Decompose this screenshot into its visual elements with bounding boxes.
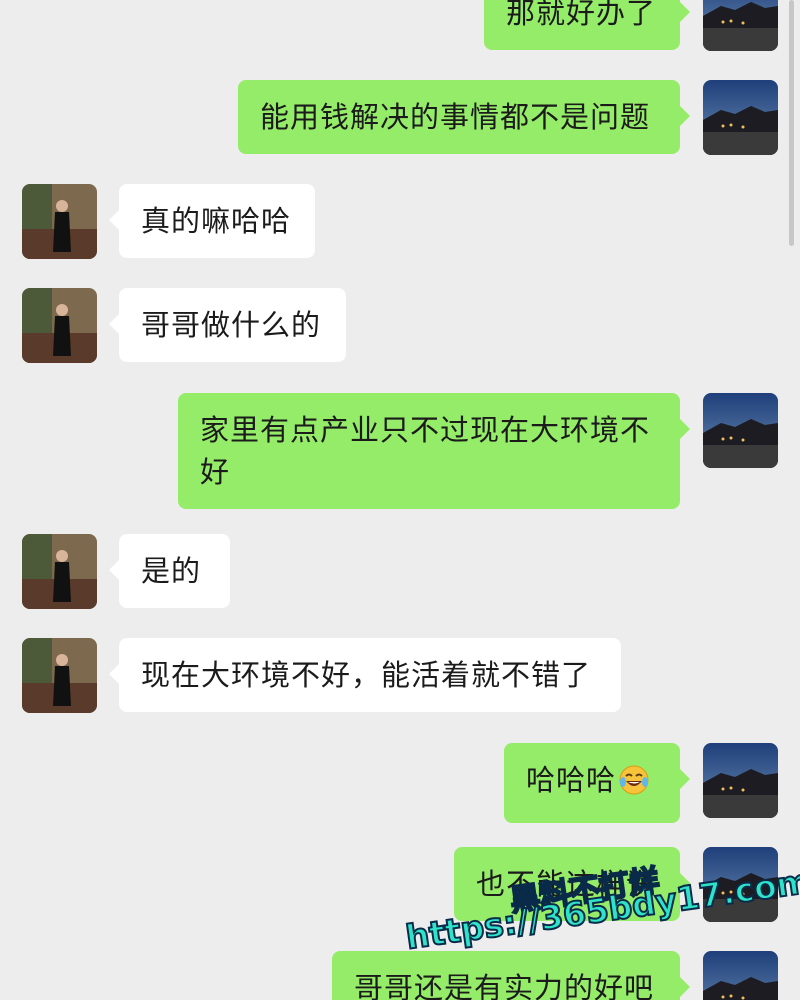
message-bubble-self[interactable]: 哥哥还是有实力的好吧 — [332, 951, 690, 1000]
message-bubble-self[interactable]: 家里有点产业只不过现在大环境不好 — [178, 393, 690, 509]
portrait-avatar-image — [22, 288, 97, 363]
message-row: 现在大环境不好，能活着就不错了 — [0, 638, 800, 713]
landscape-avatar-image — [703, 80, 778, 155]
self-avatar[interactable] — [703, 951, 778, 1000]
message-text: 哥哥做什么的 — [141, 308, 322, 342]
message-text: 家里有点产业只不过现在大环境不好 — [200, 413, 651, 489]
scrollbar[interactable] — [789, 0, 794, 246]
portrait-avatar-image — [22, 638, 97, 713]
contact-avatar[interactable] — [22, 534, 97, 609]
message-row: 家里有点产业只不过现在大环境不好 — [0, 393, 800, 509]
landscape-avatar-image — [703, 393, 778, 468]
self-avatar[interactable] — [703, 743, 778, 818]
message-text: 也不能这样说 — [476, 867, 657, 901]
message-text: 现在大环境不好，能活着就不错了 — [141, 658, 592, 692]
landscape-avatar-image — [703, 951, 778, 1000]
landscape-avatar-image — [703, 743, 778, 818]
message-bubble-self[interactable]: 哈哈哈 — [504, 743, 690, 823]
message-row: 哥哥还是有实力的好吧 — [0, 951, 800, 1000]
message-row: 是的 — [0, 534, 800, 609]
landscape-avatar-image — [703, 0, 778, 51]
message-bubble-self[interactable]: 能用钱解决的事情都不是问题 — [238, 80, 690, 154]
contact-avatar[interactable] — [22, 288, 97, 363]
chat-area[interactable]: 那就好办了 能用钱解决的事情都不是问题 真的嘛哈哈 哥哥做什么的 家里有点产业只… — [0, 0, 800, 1000]
message-text: 那就好办了 — [506, 0, 657, 30]
message-text: 真的嘛哈哈 — [141, 204, 292, 238]
message-bubble-other[interactable]: 是的 — [109, 534, 230, 608]
self-avatar[interactable] — [703, 393, 778, 468]
self-avatar[interactable] — [703, 847, 778, 922]
self-avatar[interactable] — [703, 0, 778, 51]
message-text: 哈哈哈 — [526, 763, 617, 797]
landscape-avatar-image — [703, 847, 778, 922]
contact-avatar[interactable] — [22, 638, 97, 713]
tears-of-joy-emoji — [618, 764, 650, 807]
message-bubble-self[interactable]: 也不能这样说 — [454, 847, 690, 921]
message-text: 哥哥还是有实力的好吧 — [354, 971, 655, 1000]
message-bubble-other[interactable]: 真的嘛哈哈 — [109, 184, 315, 258]
message-bubble-self[interactable]: 那就好办了 — [484, 0, 690, 50]
message-bubble-other[interactable]: 哥哥做什么的 — [109, 288, 346, 362]
message-bubble-other[interactable]: 现在大环境不好，能活着就不错了 — [109, 638, 621, 712]
message-row: 哥哥做什么的 — [0, 288, 800, 363]
message-row: 那就好办了 — [0, 0, 800, 51]
message-row: 也不能这样说 — [0, 847, 800, 922]
portrait-avatar-image — [22, 184, 97, 259]
message-text: 能用钱解决的事情都不是问题 — [260, 100, 651, 134]
message-text: 是的 — [141, 554, 202, 588]
contact-avatar[interactable] — [22, 184, 97, 259]
message-row: 真的嘛哈哈 — [0, 184, 800, 259]
portrait-avatar-image — [22, 534, 97, 609]
message-row: 哈哈哈 — [0, 743, 800, 823]
self-avatar[interactable] — [703, 80, 778, 155]
message-row: 能用钱解决的事情都不是问题 — [0, 80, 800, 155]
